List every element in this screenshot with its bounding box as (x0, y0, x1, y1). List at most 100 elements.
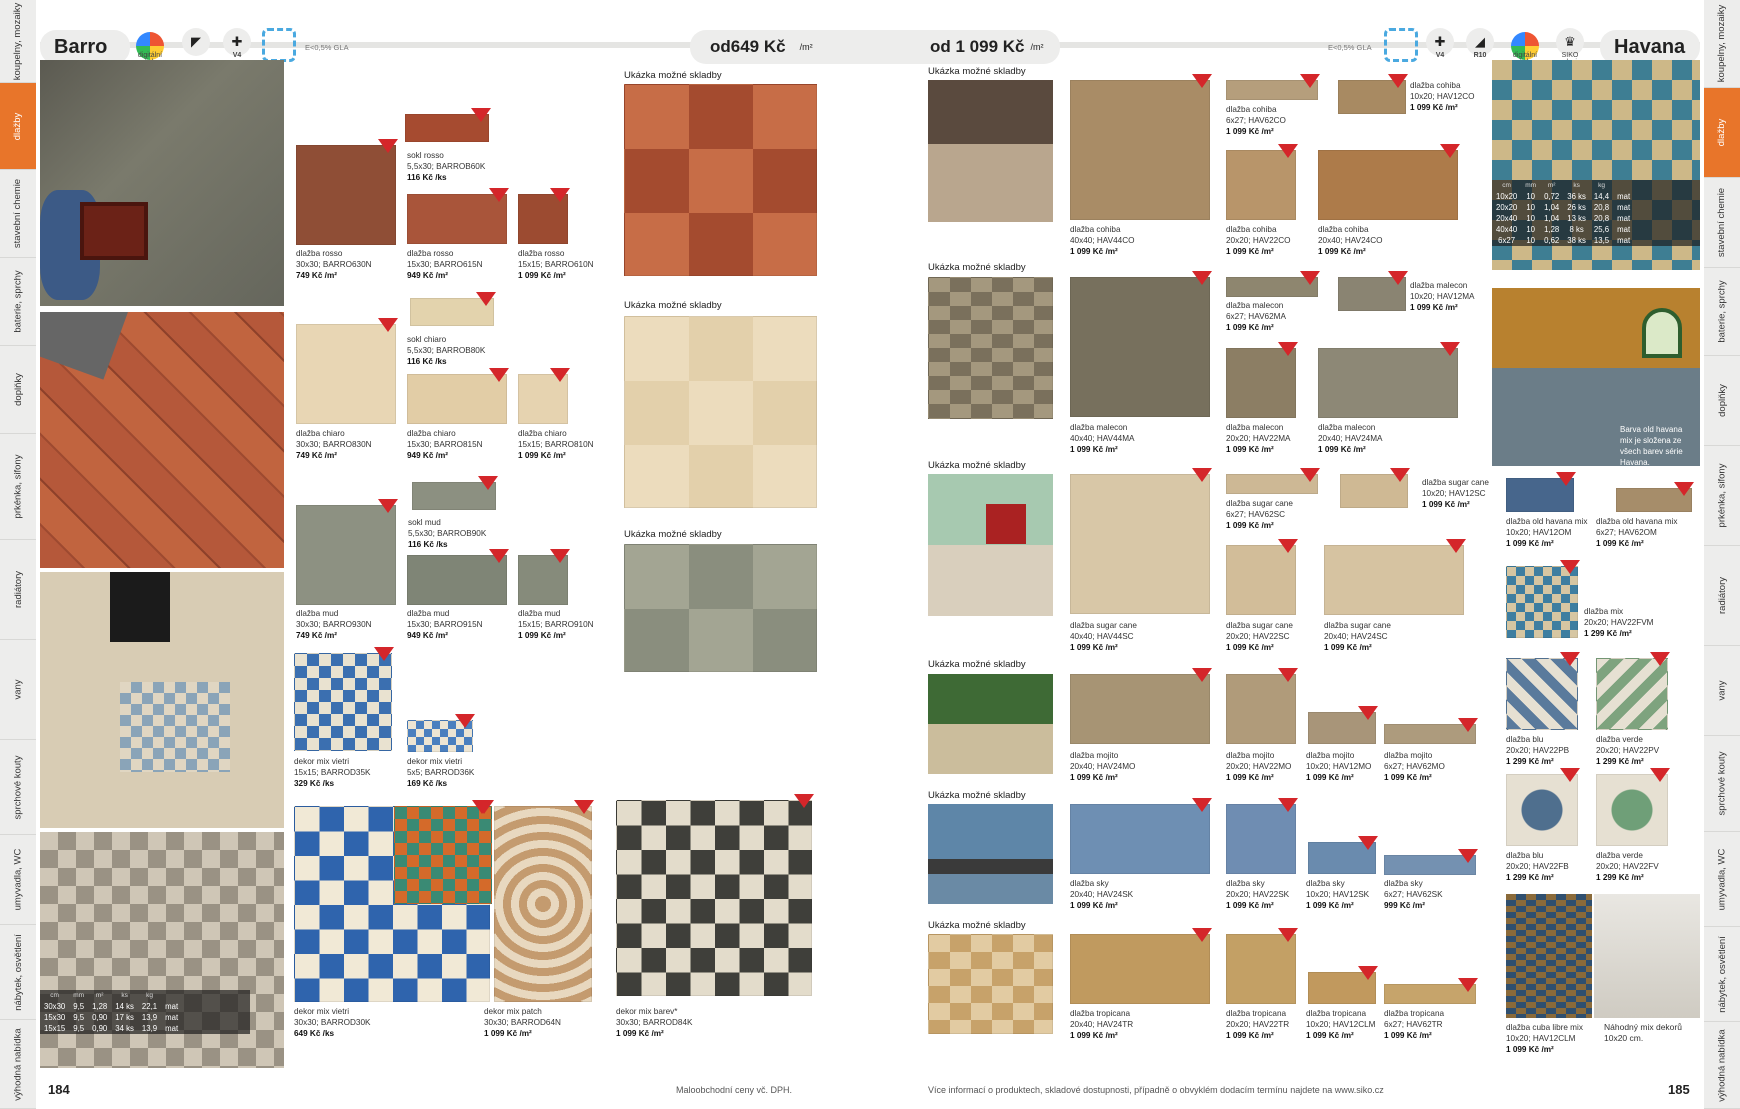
tab-stavebni-chemie[interactable]: stavební chemie (0, 170, 36, 258)
price-from-value: od 1 099 Kč (930, 37, 1025, 56)
tab-sprchove-kouty[interactable]: sprchové kouty (0, 740, 36, 835)
tile-dekor-vietri-15x15[interactable] (294, 653, 392, 751)
tile-cohiba-20x40[interactable] (1318, 150, 1458, 220)
tile-dekor-patch[interactable] (494, 806, 592, 1002)
tab-dlazby[interactable]: dlažby (1704, 88, 1740, 178)
new-badge-icon (1300, 271, 1320, 285)
page-number-left: 184 (48, 1082, 70, 1097)
tab-dlazby[interactable]: dlažby (0, 83, 36, 170)
tab-radiatory[interactable]: radiátory (0, 540, 36, 640)
tab-radiatory[interactable]: radiátory (1704, 546, 1740, 646)
tab-doplnky[interactable]: doplňky (1704, 356, 1740, 446)
new-badge-icon (574, 800, 594, 814)
new-badge-icon (1358, 706, 1378, 720)
caption-old-havana-mix-6x27: dlažba old havana mix 6x27; HAV62OM 1 099 … (1596, 517, 1678, 548)
tab-umyvadla[interactable]: umyvadla, WC (0, 835, 36, 925)
tab-doplnky[interactable]: doplňky (0, 346, 36, 434)
tile-mud-30x30[interactable] (296, 505, 396, 605)
new-badge-icon (550, 368, 570, 382)
tile-sugar-cane-40x40[interactable] (1070, 474, 1210, 614)
new-badge-icon (1278, 798, 1298, 812)
new-badge-icon (378, 139, 398, 153)
new-badge-icon (1650, 768, 1670, 782)
tile-sky-20x20[interactable] (1226, 804, 1296, 874)
tab-stavebni-chemie[interactable]: stavební chemie (1704, 178, 1740, 268)
tab-baterie[interactable]: baterie, sprchy (0, 258, 36, 346)
tile-sky-20x40[interactable] (1070, 804, 1210, 874)
new-badge-icon (550, 188, 570, 202)
caption-mojito-20x20: dlažba mojito 20x20; HAV22MO 1 099 Kč /m² (1226, 751, 1292, 782)
caption-dekor-patch: dekor mix patch 30x30; BARROD64N 1 099 Kč … (484, 1007, 561, 1038)
tile-dekor-mix-a[interactable] (394, 806, 492, 904)
caption-tropicana-20x40: dlažba tropicana 20x40; HAV24TR 1 099 Kč /… (1070, 1009, 1134, 1040)
layout-heading-sugar-cane: Ukázka možné skladby (928, 460, 1026, 471)
tab-vyhodna-nabidka[interactable]: výhodná nabídka (1704, 1022, 1740, 1109)
interior-photo-3 (40, 572, 284, 828)
tab-vyhodna-nabidka[interactable]: výhodná nabídka (0, 1020, 36, 1109)
caption-sky-20x20: dlažba sky 20x20; HAV22SK 1 099 Kč /m² (1226, 879, 1290, 910)
tile-blu-star[interactable] (1506, 774, 1578, 846)
picture-frame (80, 202, 148, 260)
tile-chiaro-30x30[interactable] (296, 324, 396, 424)
tile-verde-stripe[interactable] (1596, 658, 1668, 730)
layout-heading-tropicana: Ukázka možné skladby (928, 920, 1026, 931)
tab-prkenka[interactable]: prkénka, sifony (1704, 446, 1740, 546)
caption-malecon-40x40: dlažba malecon 40x40; HAV44MA 1 099 Kč /m² (1070, 423, 1135, 454)
new-badge-icon (794, 794, 814, 808)
tile-blu-stripe[interactable] (1506, 658, 1578, 730)
tile-malecon-40x40[interactable] (1070, 277, 1210, 417)
interior-photo-2 (40, 312, 284, 568)
tab-koupelny[interactable]: koupelny, mozaiky (0, 0, 36, 83)
tab-sprchove-kouty[interactable]: sprchové kouty (1704, 736, 1740, 832)
tab-prkenka[interactable]: prkénka, sifony (0, 434, 36, 540)
tab-koupelny[interactable]: koupelny, mozaiky (1704, 0, 1740, 88)
caption-tropicana-6x27: dlažba tropicana 6x27; HAV62TR 1 099 Kč /m… (1384, 1009, 1445, 1040)
new-badge-icon (1440, 342, 1460, 356)
tab-umyvadla[interactable]: umyvadla, WC (1704, 832, 1740, 927)
tile-sugar-cane-20x40[interactable] (1324, 545, 1464, 615)
caption-cuba-libre-mix: dlažba cuba libre mix 10x20; HAV12CLM 1 09… (1506, 1023, 1583, 1054)
layout-sample-malecon (928, 277, 1053, 419)
tile-sugar-cane-20x20[interactable] (1226, 545, 1296, 615)
caption-cohiba-20x40: dlažba cohiba 20x40; HAV24CO 1 099 Kč /m² (1318, 225, 1383, 256)
new-badge-icon (1300, 468, 1320, 482)
new-badge-icon (471, 108, 491, 122)
rectified-edge-icon: ◤ (182, 28, 210, 56)
new-badge-icon (1278, 144, 1298, 158)
tile-verde-star[interactable] (1596, 774, 1668, 846)
tab-baterie[interactable]: baterie, sprchy (1704, 268, 1740, 356)
room-photo-mojito (928, 674, 1053, 774)
tab-nabytek[interactable]: nábytek, osvětlení (0, 925, 36, 1020)
tile-rosso-30x30[interactable] (296, 145, 396, 245)
tile-mojito-20x40[interactable] (1070, 674, 1210, 744)
footer-left: Maloobchodní ceny vč. DPH. (676, 1085, 793, 1095)
tile-cohiba-40x40[interactable] (1070, 80, 1210, 220)
tile-dekor-mix-barev[interactable] (616, 800, 812, 996)
price-unit: /m² (799, 42, 813, 52)
new-badge-icon (1560, 560, 1580, 574)
tile-tropicana-20x40[interactable] (1070, 934, 1210, 1004)
price-from-value: od649 Kč (710, 37, 786, 56)
new-badge-icon (1440, 144, 1460, 158)
new-badge-icon (1458, 849, 1478, 863)
caption-rosso-30x30: dlažba rosso 30x30; BARRO630N 749 Kč /m² (296, 249, 372, 280)
tile-cohiba-20x20[interactable] (1226, 150, 1296, 220)
tile-malecon-20x40[interactable] (1318, 348, 1458, 418)
tile-mojito-20x20[interactable] (1226, 674, 1296, 744)
tab-vany[interactable]: vany (0, 640, 36, 740)
new-badge-icon (474, 800, 494, 814)
tab-vany[interactable]: vany (1704, 646, 1740, 736)
layout-heading-mud: Ukázka možné skladby (624, 529, 722, 540)
caption-malecon-20x40: dlažba malecon 20x40; HAV24MA 1 099 Kč /m² (1318, 423, 1383, 454)
tile-mix-20x20[interactable] (1506, 566, 1578, 638)
layout-sample-chiaro (624, 316, 817, 508)
tile-cuba-libre-mix[interactable] (1506, 894, 1592, 1018)
tab-nabytek[interactable]: nábytek, osvětlení (1704, 927, 1740, 1022)
room-photo-sugar-cane (928, 474, 1053, 616)
layout-heading-cohiba: Ukázka možné skladby (928, 66, 1026, 77)
caption-verde-stripe: dlažba verde 20x20; HAV22PV 1 299 Kč /m² (1596, 735, 1660, 766)
tile-tropicana-20x20[interactable] (1226, 934, 1296, 1004)
footer-right: Více informací o produktech, skladové do… (928, 1085, 1384, 1095)
tile-malecon-20x20[interactable] (1226, 348, 1296, 418)
series-title: Havana (1600, 30, 1700, 64)
